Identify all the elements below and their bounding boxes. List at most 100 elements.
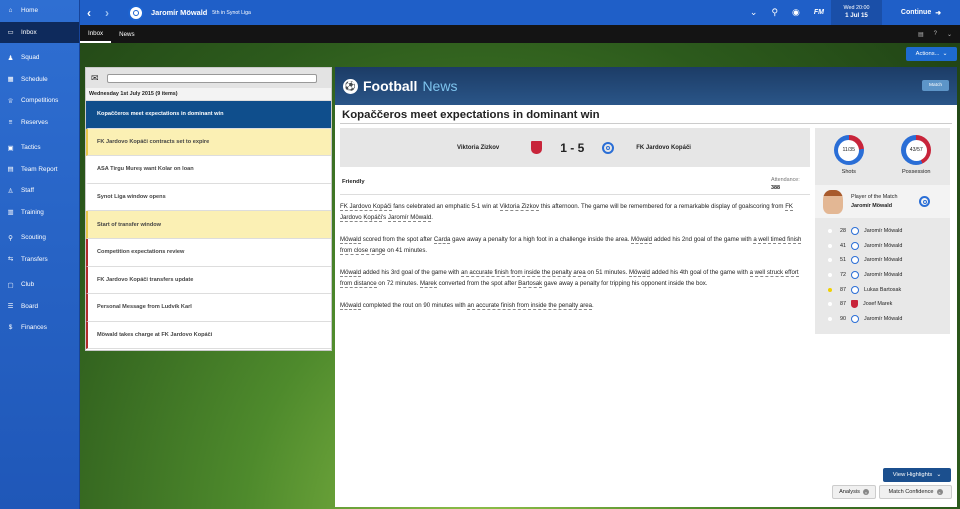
sidebar-item-squad[interactable]: ♟ Squad <box>0 47 79 69</box>
goal-player[interactable]: Jaromír Möwald <box>864 316 902 322</box>
goal-event: 51 Jaromír Möwald <box>815 253 950 268</box>
date-value: 1 Jul 15 <box>845 12 868 19</box>
match-button[interactable]: Match <box>922 80 949 91</box>
sidebar-item-club[interactable]: ▢ Club <box>0 274 79 296</box>
continue-button[interactable]: Continue ➜ <box>882 0 960 25</box>
away-team-icon <box>851 285 859 294</box>
league-position: 5th in Synot Liga <box>212 9 251 16</box>
envelope-icon[interactable]: ✉ <box>91 73 99 84</box>
divider <box>340 123 952 124</box>
view-highlights-label: View Highlights <box>892 472 933 478</box>
sidebar-item-finances[interactable]: $ Finances <box>0 317 79 339</box>
inbox-message[interactable]: ASA Tirgu Mureş want Kolar on loan <box>86 156 331 184</box>
away-team-icon <box>851 271 859 280</box>
view-highlights-button[interactable]: View Highlights ⌄ <box>883 468 951 482</box>
match-score: 1 - 5 <box>560 140 585 155</box>
sidebar-item-board[interactable]: ☰ Board <box>0 296 79 318</box>
close-icon[interactable]: × <box>936 489 943 495</box>
sidebar: ⌂ Home ▭ Inbox ♟ Squad ▦ Schedule ♕ Competitions ≡… <box>0 0 80 509</box>
goal-player[interactable]: Jaromír Möwald <box>864 228 902 234</box>
goal-event: 41 Jaromír Möwald <box>815 239 950 254</box>
training-icon: ▥ <box>7 209 14 217</box>
inbox-message[interactable]: Synot Liga window opens <box>86 184 331 212</box>
globe-icon[interactable]: ◉ <box>792 7 800 18</box>
help-icon[interactable]: ? <box>934 31 937 37</box>
goal-player[interactable]: Jaromír Möwald <box>864 243 902 249</box>
goal-player[interactable]: Josef Marek <box>863 301 892 307</box>
sidebar-item-training[interactable]: ▥ Training <box>0 202 79 224</box>
sidebar-item-competitions[interactable]: ♕ Competitions <box>0 90 79 112</box>
analysis-button[interactable]: Analysis × <box>832 485 876 499</box>
chevron-down-icon[interactable]: ⌄ <box>947 31 952 38</box>
fm-menu[interactable]: FM <box>814 9 824 16</box>
sidebar-item-label: Home <box>21 7 39 15</box>
sidebar-item-label: Inbox <box>21 28 37 36</box>
staff-icon: ♙ <box>7 187 14 195</box>
sidebar-item-transfers[interactable]: ⇆ Transfers <box>0 249 79 271</box>
sidebar-item-label: Tactics <box>21 144 41 152</box>
layout-icon[interactable]: ▤ <box>918 31 924 38</box>
club-badge-icon[interactable] <box>128 4 144 21</box>
yellow-card-icon <box>828 287 832 292</box>
sidebar-item-tactics[interactable]: ▣ Tactics <box>0 137 79 159</box>
tab-news[interactable]: News <box>111 25 142 43</box>
attendance-label: Attendance: <box>771 177 800 183</box>
football-icon: ⚽ <box>343 78 358 94</box>
goal-player[interactable]: Jaromír Möwald <box>864 257 902 263</box>
sidebar-item-inbox[interactable]: ▭ Inbox <box>0 21 79 43</box>
sidebar-item-label: Schedule <box>21 75 48 83</box>
back-arrow-icon[interactable]: ‹ <box>80 6 98 20</box>
sidebar-item-scouting[interactable]: ⚲ Scouting <box>0 227 79 249</box>
inbox-message[interactable]: Competition expectations review <box>86 238 331 267</box>
inbox-message[interactable]: Möwald takes charge at FK Jardovo Kopáči <box>86 321 331 350</box>
home-team-icon <box>851 300 858 309</box>
tactics-icon: ▣ <box>7 144 14 152</box>
sidebar-item-home[interactable]: ⌂ Home <box>0 0 79 22</box>
shots-ring: 11/35 <box>833 135 864 165</box>
inbox-message[interactable]: FK Jardovo Kopáči contracts set to expir… <box>86 128 331 157</box>
analysis-label: Analysis <box>839 489 860 495</box>
search-icon[interactable]: ⚲ <box>771 7 778 18</box>
story-paragraph: FK Jardovo Kopáči fans celebrated an emp… <box>340 203 793 222</box>
match-confidence-button[interactable]: Match Confidence × <box>879 485 952 499</box>
sidebar-item-team-report[interactable]: ▤ Team Report <box>0 159 79 181</box>
sub-tab-bar: Inbox News ▤ ? ⌄ <box>80 25 960 43</box>
close-icon[interactable]: × <box>862 489 869 495</box>
trophy-icon: ♕ <box>7 97 14 105</box>
sidebar-item-reserves[interactable]: ≡ Reserves <box>0 112 79 134</box>
attendance: Attendance: 388 <box>771 176 800 192</box>
inbox-message[interactable]: FK Jardovo Kopáči transfers update <box>86 266 331 295</box>
player-of-the-match[interactable]: Player of the Match Jaromír Möwald <box>815 185 950 218</box>
goal-player[interactable]: Lukas Bartosak <box>864 287 901 293</box>
possession-value: 43/57 <box>905 139 927 161</box>
news-story: FK Jardovo Kopáči fans celebrated an emp… <box>340 201 810 322</box>
sidebar-item-staff[interactable]: ♙ Staff <box>0 180 79 202</box>
goal-event: 87 Josef Marek <box>815 297 950 312</box>
inbox-search-input[interactable] <box>106 73 317 83</box>
goal-player[interactable]: Jaromír Möwald <box>864 272 902 278</box>
goal-minute: 72 <box>840 272 846 279</box>
ball-icon <box>828 302 832 307</box>
goal-minute: 90 <box>840 315 846 322</box>
inbox-message[interactable]: Kopaččeros meet expectations in dominant… <box>86 101 331 129</box>
home-team[interactable]: Viktoria Zizkov <box>457 145 499 151</box>
away-crest-icon <box>602 141 615 154</box>
away-team[interactable]: FK Jardovo Kopáči <box>636 145 691 151</box>
tab-inbox[interactable]: Inbox <box>80 25 112 43</box>
sidebar-item-label: Finances <box>21 324 47 332</box>
manager-name[interactable]: Jaromír Möwald <box>151 8 207 17</box>
score-box: Viktoria Zizkov 1 - 5 FK Jardovo Kopáči <box>340 128 810 167</box>
goal-minute: 28 <box>840 228 846 235</box>
chevron-down-icon[interactable]: ⌄ <box>750 7 758 18</box>
transfers-icon: ⇆ <box>7 256 14 264</box>
goal-list: 28 Jaromír Möwald 41 Jaromír Möwald 51 Jaromí… <box>815 224 950 326</box>
actions-button[interactable]: Actions... ⌄ <box>906 47 957 61</box>
inbox-message[interactable]: Start of transfer window <box>86 211 331 239</box>
forward-arrow-icon[interactable]: › <box>98 6 116 20</box>
sidebar-item-schedule[interactable]: ▦ Schedule <box>0 69 79 91</box>
potm-name[interactable]: Jaromír Möwald <box>851 203 892 209</box>
away-team-icon <box>851 256 859 265</box>
goal-minute: 41 <box>840 242 846 249</box>
potm-club-icon <box>919 196 931 207</box>
inbox-message[interactable]: Personal Message from Ludvík Karl <box>86 294 331 322</box>
